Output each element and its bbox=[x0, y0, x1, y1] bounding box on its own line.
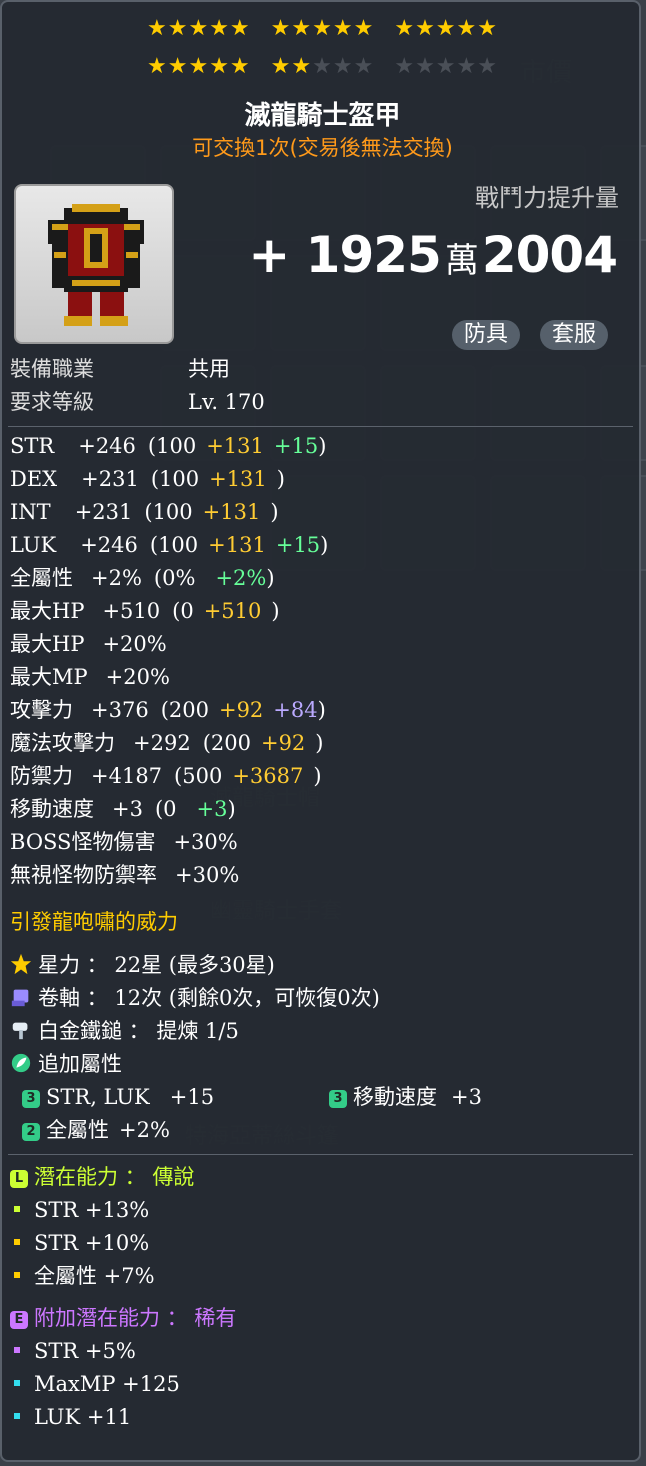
star-empty-icon: ★ bbox=[415, 54, 436, 79]
trade-note: 可交換1次(交易後無法交換) bbox=[192, 136, 453, 160]
star-filled-icon: ★ bbox=[332, 16, 354, 41]
star-filled-icon: ★ bbox=[394, 16, 416, 41]
star-filled-icon: ★ bbox=[188, 54, 210, 79]
stat-row: INT +231 (100 +131) bbox=[10, 500, 279, 524]
star-filled-icon: ★ bbox=[229, 16, 251, 41]
stat-row: 全屬性 +2% (0% +2%) bbox=[10, 566, 275, 590]
hammer-icon bbox=[10, 1019, 32, 1041]
stat-row: BOSS怪物傷害 +30% bbox=[10, 830, 238, 854]
armor-icon bbox=[48, 204, 144, 326]
stat-row: LUK +246 (100 +131 +15) bbox=[10, 533, 329, 557]
tag-armor: 防具 bbox=[452, 320, 521, 350]
stat-row: 無視怪物防禦率 +30% bbox=[10, 863, 240, 887]
star-empty-icon: ★ bbox=[312, 54, 333, 79]
item-image bbox=[14, 184, 174, 344]
flame-stat-1: 3 STR, LUK +15 bbox=[22, 1082, 214, 1112]
starforce-line: 星力 ： 22星 (最多30星) bbox=[10, 950, 275, 980]
star-filled-icon: ★ bbox=[270, 16, 292, 41]
scroll-icon bbox=[10, 986, 32, 1008]
potential-line-2: STR +10% bbox=[10, 1228, 149, 1258]
stat-row: STR +246 (100 +131 +15) bbox=[10, 434, 327, 458]
starforce-row-1: ★★★★★ ★★★★★ ★★★★★ bbox=[2, 16, 643, 42]
stat-row: 攻擊力 +376 (200 +92 +84) bbox=[10, 698, 326, 722]
item-tooltip: ★★★★★ ★★★★★ ★★★★★ ★★★★★ ★★★★★ ★★★★★ 滅龍騎士盔甲 可… bbox=[0, 0, 641, 1462]
flame-line: 追加屬性 bbox=[10, 1049, 122, 1079]
stat-row: 魔法攻擊力 +292 (200 +92) bbox=[10, 731, 324, 755]
star-filled-icon: ★ bbox=[353, 16, 375, 41]
star-filled-icon: ★ bbox=[146, 54, 168, 79]
star-filled-icon: ★ bbox=[312, 16, 333, 41]
leaf-icon bbox=[10, 1052, 32, 1074]
tag-set: 套服 bbox=[540, 320, 609, 350]
starforce-row-2: ★★★★★ ★★★★★ ★★★★★ bbox=[2, 54, 643, 80]
star-empty-icon: ★ bbox=[435, 54, 457, 79]
star-filled-icon: ★ bbox=[209, 16, 230, 41]
star-filled-icon: ★ bbox=[435, 16, 457, 41]
bonus-potential-line-1: STR +5% bbox=[10, 1336, 136, 1366]
item-name: 滅龍騎士盔甲 bbox=[244, 101, 401, 131]
stat-row: 防禦力 +4187 (500 +3687) bbox=[10, 764, 322, 788]
star-filled-icon: ★ bbox=[456, 16, 478, 41]
bonus-potential-header: E 附加潛在能力 ： 稀有 bbox=[10, 1303, 236, 1333]
scroll-line: 卷軸 ： 12次 (剩餘0次，可恢復0次) bbox=[10, 983, 380, 1013]
flame-stat-3: 2 全屬性 +2% bbox=[22, 1115, 170, 1145]
bonus-potential-line-3: LUK +11 bbox=[10, 1402, 131, 1432]
star-filled-icon: ★ bbox=[188, 16, 210, 41]
stat-row: DEX +231 (100 +131) bbox=[10, 467, 285, 491]
stat-row: 最大HP +510 (0 +510) bbox=[10, 599, 280, 623]
level-row: 要求等級 Lv. 170 bbox=[10, 390, 265, 414]
star-filled-icon: ★ bbox=[229, 54, 251, 79]
star-icon bbox=[10, 953, 32, 975]
potential-line-3: 全屬性 +7% bbox=[10, 1261, 155, 1291]
star-filled-icon: ★ bbox=[477, 16, 498, 41]
star-filled-icon: ★ bbox=[291, 54, 313, 79]
potential-line-1: STR +13% bbox=[10, 1195, 149, 1225]
star-filled-icon: ★ bbox=[291, 16, 313, 41]
divider bbox=[8, 426, 633, 427]
star-empty-icon: ★ bbox=[456, 54, 478, 79]
hammer-line: 白金鐵鎚 ： 提煉 1/5 bbox=[10, 1016, 239, 1046]
star-filled-icon: ★ bbox=[209, 54, 230, 79]
stat-row: 最大HP +20% bbox=[10, 632, 167, 656]
star-filled-icon: ★ bbox=[167, 54, 189, 79]
star-empty-icon: ★ bbox=[394, 54, 416, 79]
stat-row: 移動速度 +3 (0 +3) bbox=[10, 797, 236, 821]
star-filled-icon: ★ bbox=[146, 16, 168, 41]
star-empty-icon: ★ bbox=[332, 54, 354, 79]
set-effect: 引發龍咆嘯的威力 bbox=[10, 910, 178, 934]
star-empty-icon: ★ bbox=[477, 54, 498, 79]
star-filled-icon: ★ bbox=[415, 16, 436, 41]
combat-power-label: 戰鬥力提升量 bbox=[475, 184, 619, 212]
bonus-potential-line-2: MaxMP +125 bbox=[10, 1369, 180, 1399]
job-row: 裝備職業 共用 bbox=[10, 357, 230, 381]
star-filled-icon: ★ bbox=[270, 54, 292, 79]
combat-power-value: + 1925 萬2004 bbox=[248, 226, 618, 284]
stat-row: 最大MP +20% bbox=[10, 665, 170, 689]
star-empty-icon: ★ bbox=[353, 54, 375, 79]
flame-stat-2: 3 移動速度 +3 bbox=[329, 1082, 482, 1112]
potential-header: L 潛在能力 ： 傳說 bbox=[10, 1162, 194, 1192]
divider bbox=[8, 1154, 633, 1155]
star-filled-icon: ★ bbox=[167, 16, 189, 41]
